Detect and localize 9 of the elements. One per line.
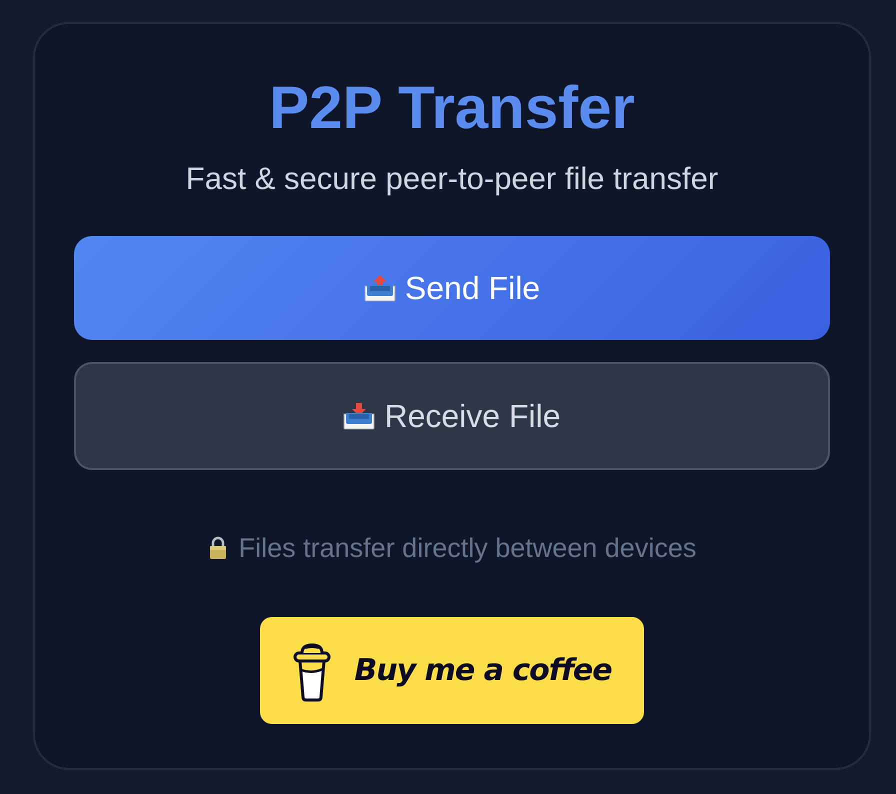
buy-me-a-coffee-button[interactable]: Buy me a coffee [260, 617, 644, 724]
padlock-icon [208, 536, 228, 560]
privacy-note: Files transfer directly between devices [238, 532, 696, 564]
tray-up-arrow-icon [364, 274, 396, 302]
tray-down-arrow-icon [343, 402, 376, 430]
send-file-button[interactable]: Send File [74, 236, 830, 340]
receive-file-button[interactable]: Receive File [74, 362, 830, 470]
app-title: P2P Transfer [269, 73, 635, 143]
app-subtitle: Fast & secure peer-to-peer file transfer [186, 161, 718, 197]
